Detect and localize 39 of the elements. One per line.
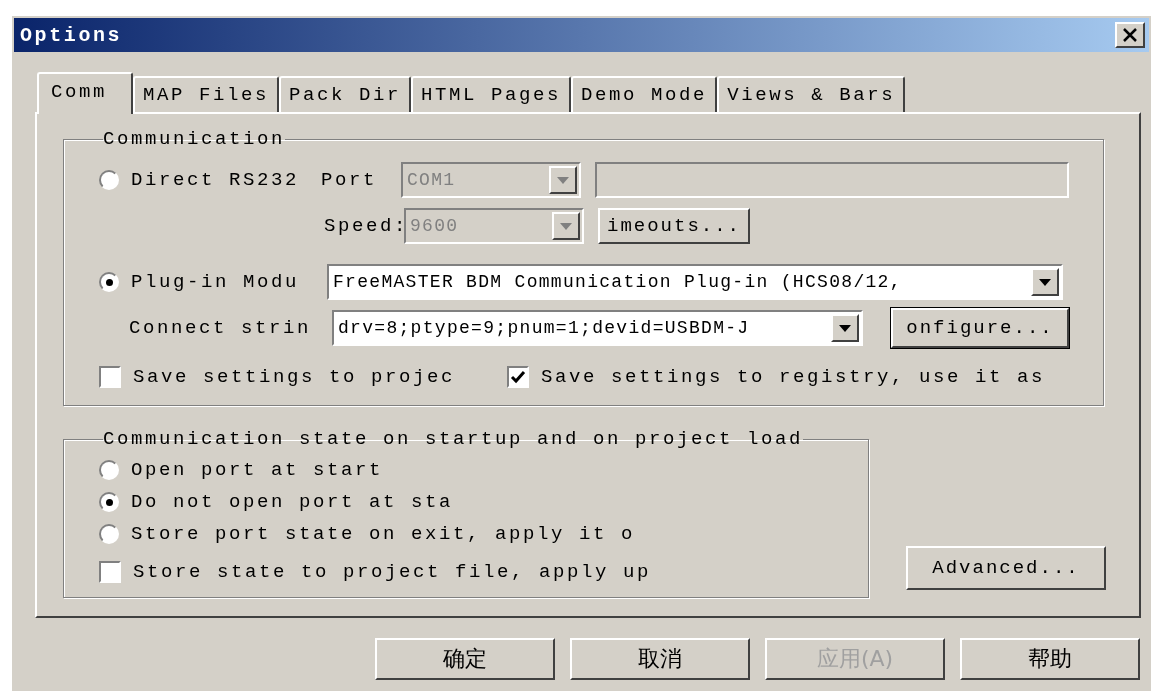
connect-string-dropdown[interactable]: drv=8;ptype=9;pnum=1;devid=USBDM-J [332, 310, 863, 346]
checkbox[interactable] [99, 561, 121, 583]
radio-button[interactable] [99, 460, 119, 480]
checkbox-label: Store state to project file, apply up [133, 561, 652, 583]
group-label: Communication [103, 128, 286, 150]
dialog-button[interactable]: 确定 [375, 638, 555, 680]
radio-button[interactable] [99, 170, 119, 190]
text-field[interactable] [595, 162, 1069, 198]
plugin-module-label: Plug-in Modu [131, 271, 301, 293]
tab[interactable]: MAP Files [133, 76, 280, 112]
checkbox[interactable] [507, 366, 529, 388]
tab[interactable]: HTML Pages [411, 76, 572, 112]
connect-string-label: Connect strin [129, 317, 313, 339]
radio-button[interactable] [99, 492, 119, 512]
timeouts-button[interactable]: imeouts... [598, 208, 750, 244]
window-title: Options [20, 23, 123, 47]
port-label: Port [321, 169, 378, 191]
speed-label: Speed: [324, 215, 404, 237]
radio-label: Open port at start [131, 459, 384, 481]
dialog-button[interactable]: 帮助 [960, 638, 1140, 680]
plugin-dropdown[interactable]: FreeMASTER BDM Communication Plug-in (HCS08/12, [327, 264, 1063, 300]
tab[interactable]: Views & Bars [717, 76, 906, 112]
radio-button[interactable] [99, 272, 119, 292]
group-label: Communication state on startup and on project load [103, 428, 804, 450]
direct-rs232-label: Direct RS232 [131, 169, 301, 191]
tab[interactable]: Pack Dir [279, 76, 412, 112]
radio-label: Store port state on exit, apply it o [131, 523, 636, 545]
checkbox-label: Save settings to registry, use it as [541, 366, 1046, 388]
tab[interactable]: Demo Mode [571, 76, 718, 112]
dialog-button[interactable]: 取消 [570, 638, 750, 680]
close-button[interactable] [1115, 22, 1145, 48]
configure-button[interactable]: onfigure... [891, 308, 1069, 348]
advanced-button[interactable]: Advanced... [906, 546, 1106, 590]
close-icon [1122, 28, 1138, 42]
checkbox[interactable] [99, 366, 121, 388]
radio-label: Do not open port at sta [131, 491, 454, 513]
checkbox-label: Save settings to projec [133, 366, 457, 388]
tab[interactable]: Comm [37, 72, 133, 114]
radio-button[interactable] [99, 524, 119, 544]
